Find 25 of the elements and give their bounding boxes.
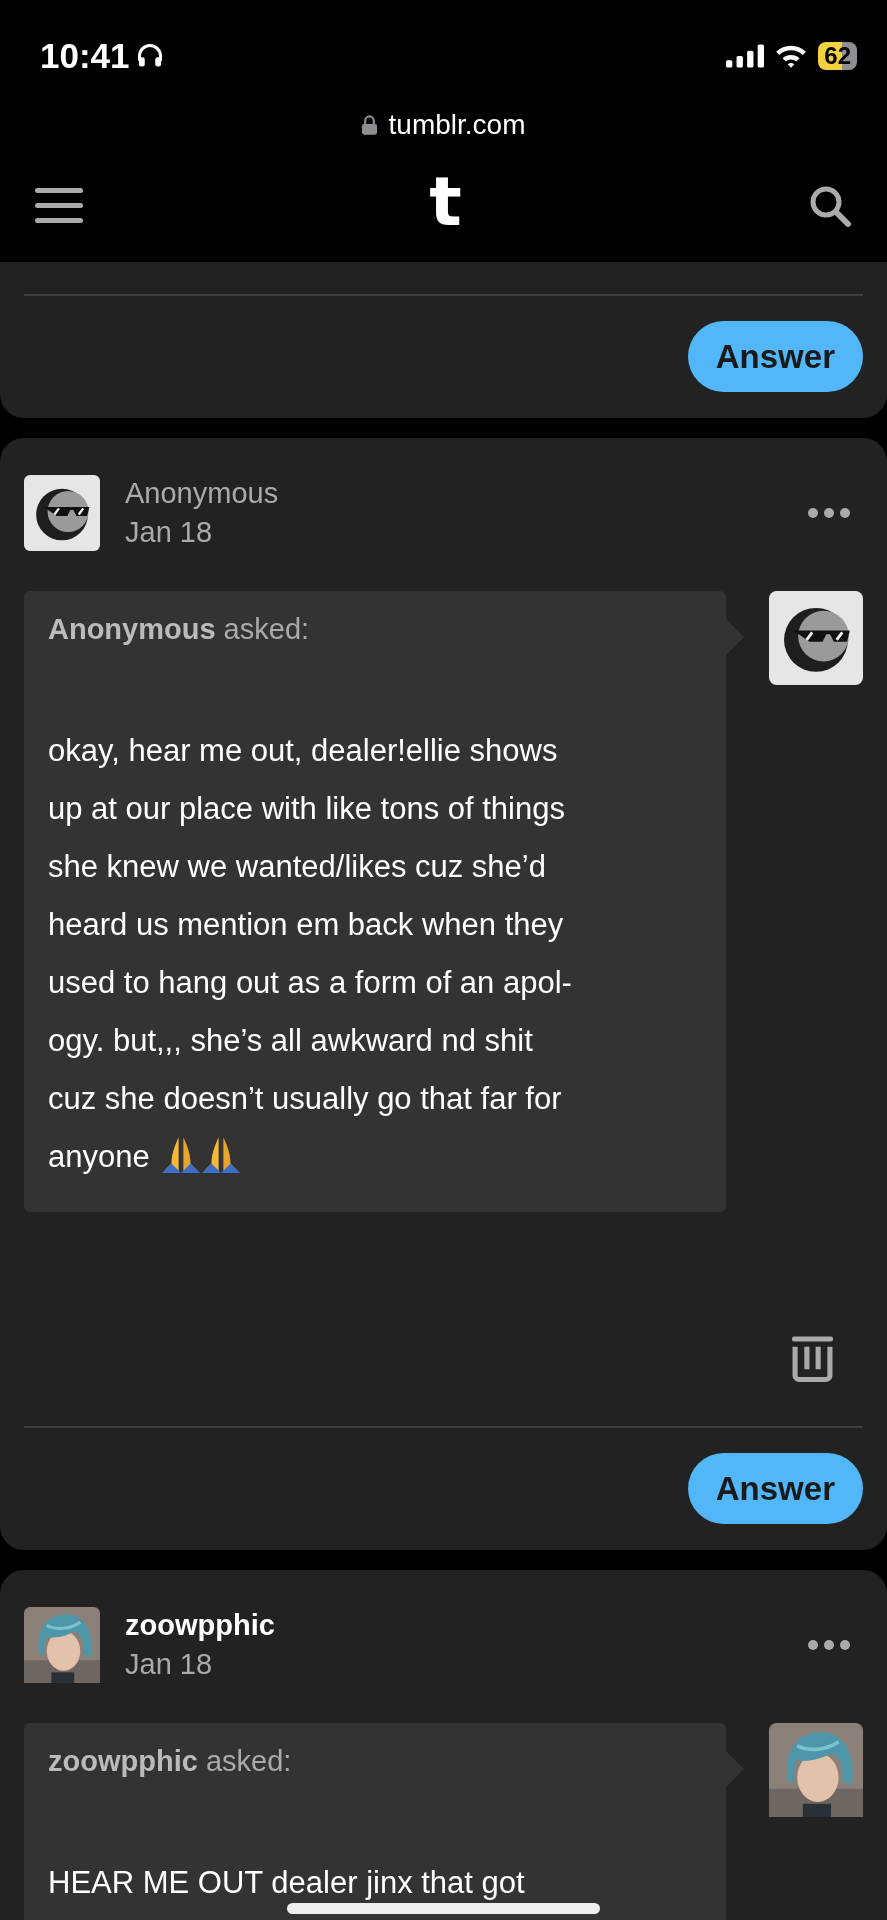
more-icon[interactable] [807, 1639, 851, 1651]
asker-line: Anonymous asked: [48, 613, 311, 646]
logo[interactable]: t [429, 168, 462, 236]
question-text: okay, hear me out, dealer!ellie shows up at our place with like tons of things she knew we wanted/likes cuz she’d heard us mention em back when they used to hang out as a form of an apol- ogy. but,,, she’s all awkward nd shit cuz she doesn’t usually go that far for anyone [48, 732, 573, 1176]
wifi-icon [774, 43, 809, 69]
address-url[interactable]: tumblr.com [388, 109, 526, 141]
post-date: Jan 18 [125, 1648, 214, 1681]
more-icon[interactable] [807, 507, 851, 519]
signal-icon [726, 44, 765, 68]
battery-indicator: 62 [818, 42, 857, 70]
praying-hands-icon [201, 1135, 240, 1173]
delete-icon[interactable] [792, 1334, 833, 1384]
lock-icon [361, 115, 377, 135]
post-date: Jan 18 [125, 516, 214, 549]
question-text: HEAR ME OUT dealer jinx that got [48, 1866, 526, 1899]
search-icon[interactable] [808, 184, 852, 228]
asker-line: zoowpphic asked: [48, 1745, 293, 1778]
author-name[interactable]: zoowpphic [125, 1609, 807, 1642]
answer-button[interactable]: Answer [687, 1453, 863, 1524]
headphones-icon [135, 42, 164, 70]
author-name[interactable]: Anonymous [125, 477, 807, 510]
menu-icon[interactable] [35, 188, 83, 224]
praying-hands-icon [161, 1135, 200, 1173]
clock-time: 10:41 [40, 36, 130, 76]
answer-button[interactable]: Answer [687, 321, 863, 392]
